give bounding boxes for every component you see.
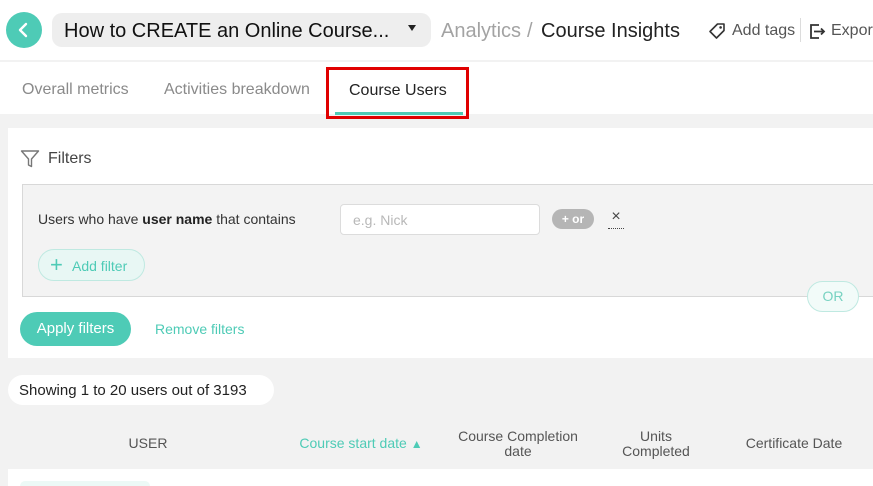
- add-filter-button[interactable]: + Add filter: [38, 249, 145, 281]
- results-count-text: Showing 1 to 20 users out of 3193: [19, 382, 247, 399]
- tab-course-users-label: Course Users: [349, 82, 447, 99]
- tag-icon: [709, 23, 725, 39]
- add-tags-label: Add tags: [732, 22, 796, 39]
- export-icon: [810, 24, 826, 39]
- active-tab-indicator: [335, 112, 463, 115]
- course-start-date-label: Course start date: [299, 435, 407, 451]
- results-count-badge: Showing 1 to 20 users out of 3193: [8, 375, 274, 405]
- column-header-completion-date[interactable]: Course Completion date: [448, 429, 588, 459]
- back-button[interactable]: [6, 12, 42, 48]
- add-or-condition-button[interactable]: + or: [552, 209, 594, 229]
- user-name-filter-input[interactable]: [340, 204, 540, 235]
- remove-filters-link[interactable]: Remove filters: [155, 321, 244, 337]
- user-avatar-placeholder: [20, 481, 150, 486]
- tab-course-users[interactable]: Course Users: [326, 67, 469, 119]
- filter-rule-text: Users who have user name that contains: [38, 211, 296, 227]
- plus-icon: +: [50, 252, 63, 277]
- column-header-certificate-date[interactable]: Certificate Date: [735, 436, 853, 451]
- filters-panel: Filters Users who have user name that co…: [8, 128, 873, 358]
- chevron-left-icon: [18, 22, 28, 38]
- caret-down-icon: [408, 25, 416, 31]
- remove-rule-icon[interactable]: ×: [608, 207, 624, 229]
- tab-bar: Overall metrics Activities breakdown Cou…: [0, 62, 873, 119]
- table-row[interactable]: [8, 469, 873, 486]
- funnel-icon: [20, 150, 40, 168]
- course-selector[interactable]: How to CREATE an Online Course...: [52, 13, 431, 47]
- export-label: Export: [831, 22, 873, 39]
- column-header-course-start-date[interactable]: Course start date ▲: [288, 436, 434, 452]
- column-header-units-completed[interactable]: Units Completed: [608, 429, 704, 459]
- breadcrumb-separator: /: [527, 20, 533, 42]
- or-group-button[interactable]: OR: [807, 281, 859, 312]
- column-header-user[interactable]: USER: [110, 436, 186, 451]
- rule-operator[interactable]: that contains: [212, 211, 295, 227]
- rule-prefix: Users who have: [38, 211, 143, 227]
- course-title: How to CREATE an Online Course...: [64, 20, 390, 42]
- add-filter-label: Add filter: [72, 258, 128, 274]
- rule-field[interactable]: user name: [142, 211, 212, 227]
- tab-activities-breakdown[interactable]: Activities breakdown: [164, 81, 310, 99]
- toolbar-divider: [800, 18, 801, 42]
- filter-rule-group: Users who have user name that contains +…: [22, 184, 873, 297]
- sort-ascending-icon: ▲: [410, 437, 423, 451]
- top-bar: How to CREATE an Online Course... Analyt…: [0, 0, 873, 60]
- apply-filters-button[interactable]: Apply filters: [20, 312, 131, 346]
- tab-overall-metrics[interactable]: Overall metrics: [22, 81, 129, 99]
- breadcrumb-analytics[interactable]: Analytics: [441, 20, 521, 43]
- filters-title: Filters: [48, 150, 92, 167]
- page-title: Course Insights: [541, 20, 680, 42]
